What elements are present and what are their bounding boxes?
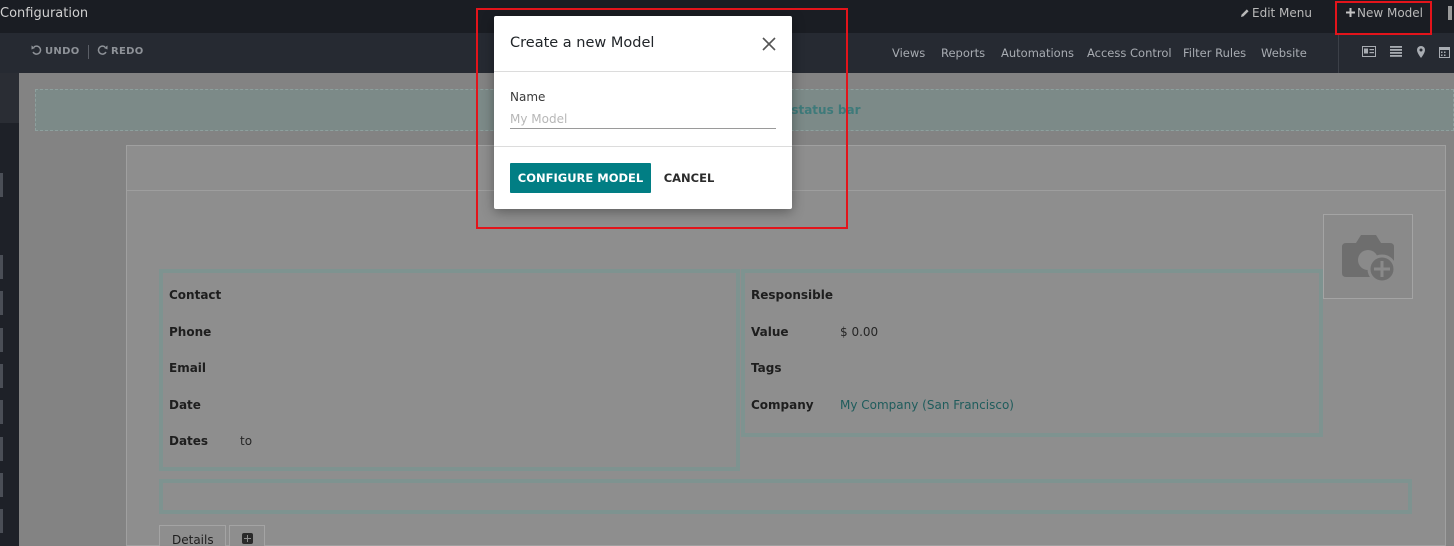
undo-button[interactable]: UNDO	[31, 45, 80, 57]
field-label-phone: Phone	[169, 325, 212, 339]
redo-icon	[97, 45, 108, 55]
field-label-value: Value	[751, 325, 789, 339]
redo-label: REDO	[111, 46, 144, 57]
sidebar-marker	[0, 291, 3, 315]
sidebar-marker	[0, 173, 3, 197]
avatar-placeholder[interactable]	[1323, 214, 1413, 299]
edit-menu-label: Edit Menu	[1252, 6, 1312, 20]
new-model-label: New Model	[1357, 6, 1424, 20]
field-label-tags: Tags	[751, 361, 782, 375]
sidebar-header	[0, 73, 19, 123]
field-label-responsible: Responsible	[751, 288, 833, 302]
notebook-dropzone[interactable]	[159, 479, 1412, 514]
field-label-contact: Contact	[169, 288, 222, 302]
sidebar-marker	[0, 437, 3, 461]
dialog-title: Create a new Model	[510, 35, 655, 51]
field-label-date: Date	[169, 398, 201, 412]
toolbar-link-website[interactable]: Website	[1261, 46, 1307, 60]
plus-square-icon	[242, 533, 253, 544]
undo-icon	[31, 45, 42, 55]
toolbar-link-automations[interactable]: Automations	[1001, 46, 1074, 60]
new-model-button[interactable]: New Model	[1346, 6, 1423, 20]
configure-model-button[interactable]: CONFIGURE MODEL	[510, 163, 651, 193]
undo-label: UNDO	[45, 46, 80, 57]
form-view-icon[interactable]	[1362, 46, 1376, 57]
toolbar-link-access-control[interactable]: Access Control	[1087, 46, 1172, 60]
tab-details-label: Details	[172, 533, 214, 546]
name-field-label: Name	[510, 90, 546, 104]
sidebar-marker	[0, 255, 3, 279]
calendar-view-icon[interactable]	[1439, 46, 1450, 58]
app-title[interactable]: Configuration	[0, 6, 88, 21]
field-label-email: Email	[169, 361, 207, 375]
field-value-value: $ 0.00	[840, 325, 879, 339]
sidebar-marker	[0, 328, 3, 352]
list-view-icon[interactable]	[1390, 46, 1402, 57]
create-model-dialog: Create a new Model Name CONFIGURE MODEL …	[494, 16, 792, 209]
sidebar-marker	[0, 400, 3, 424]
toolbar-link-reports[interactable]: Reports	[941, 46, 985, 60]
undo-redo-divider	[88, 45, 89, 59]
toolbar-link-views[interactable]: Views	[892, 46, 925, 60]
field-label-company: Company	[751, 398, 814, 412]
view-switcher	[1338, 33, 1454, 73]
tab-details[interactable]: Details	[159, 525, 226, 546]
cancel-button[interactable]: CANCEL	[654, 163, 724, 193]
camera-add-icon	[1342, 235, 1397, 284]
toolbar-link-filter-rules[interactable]: Filter Rules	[1183, 46, 1246, 60]
more-icon[interactable]	[1448, 6, 1452, 20]
sidebar-marker	[0, 473, 3, 497]
edit-menu-button[interactable]: Edit Menu	[1240, 6, 1312, 20]
map-view-icon[interactable]	[1417, 46, 1425, 58]
dialog-body: Name	[494, 72, 792, 147]
sidebar-marker	[0, 364, 3, 388]
field-value-dates: to	[240, 434, 253, 448]
model-name-input[interactable]	[510, 109, 776, 129]
dialog-header: Create a new Model	[494, 16, 792, 72]
pencil-icon	[1241, 9, 1249, 17]
field-value-company[interactable]: My Company (San Francisco)	[840, 398, 1014, 412]
close-icon[interactable]	[760, 35, 778, 53]
redo-button[interactable]: REDO	[97, 45, 144, 57]
add-tab-button[interactable]	[229, 525, 265, 546]
field-label-dates: Dates	[169, 434, 209, 448]
plus-icon	[1346, 8, 1355, 17]
app-sidebar	[0, 73, 19, 546]
sidebar-marker	[0, 509, 3, 533]
